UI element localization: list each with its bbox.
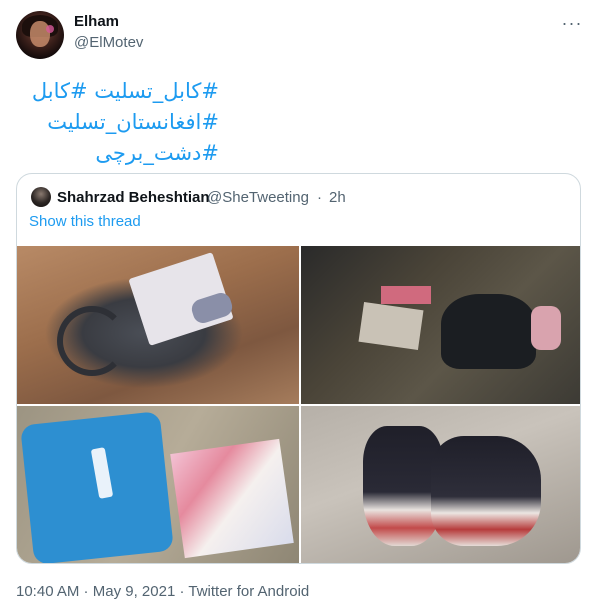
more-horizontal-icon[interactable]: ··· [561,12,583,34]
photo-detail [531,306,561,350]
photo-detail [358,302,424,350]
hashtag-line-1: #کابل_تسلیت #کابل [0,76,219,107]
author-handle[interactable]: @ElMotev [74,34,143,51]
show-thread-link[interactable]: Show this thread [29,213,141,230]
author-name[interactable]: Elham [74,13,119,30]
photo-detail [381,286,431,304]
tweet-text: #کابل_تسلیت #کابل #افغانستان_تسلیت #دشت_… [0,76,219,169]
photo-backpack-dirt[interactable] [17,246,299,404]
quoted-author-handle: @SheTweeting [207,189,309,206]
photo-scattered-items[interactable] [301,246,580,404]
photo-detail [170,438,294,559]
quoted-author-avatar [31,187,51,207]
hashtag-link[interactable]: #دشت_برچی [95,141,219,165]
photo-detail [431,436,541,546]
hashtag-link[interactable]: #افغانستان_تسلیت [47,110,219,134]
meta-separator: · [175,583,189,600]
tweet-source[interactable]: Twitter for Android [188,583,309,600]
quoted-tweet-card[interactable]: Shahrzad Beheshtian @SheTweeting · 2h Sh… [16,173,581,564]
photo-shoes[interactable] [301,406,580,563]
quoted-author-name: Shahrzad Beheshtian [57,189,210,206]
tweet-date[interactable]: May 9, 2021 [93,583,176,600]
photo-detail [57,306,127,376]
tweet-time[interactable]: 10:40 AM [16,583,79,600]
tweet-metadata: 10:40 AM · May 9, 2021 · Twitter for And… [16,583,309,600]
photo-detail [441,294,536,369]
hashtag-line-3: #دشت_برچی [0,138,219,169]
quoted-separator: · [317,189,322,206]
avatar-glint [46,25,54,33]
meta-separator: · [79,583,93,600]
quoted-timestamp[interactable]: 2h [329,189,346,206]
media-grid [17,246,580,563]
photo-blue-backpack[interactable] [17,406,299,563]
author-avatar[interactable] [16,11,64,59]
hashtag-line-2: #افغانستان_تسلیت [0,107,219,138]
hashtag-link[interactable]: #کابل_تسلیت #کابل [32,79,219,103]
